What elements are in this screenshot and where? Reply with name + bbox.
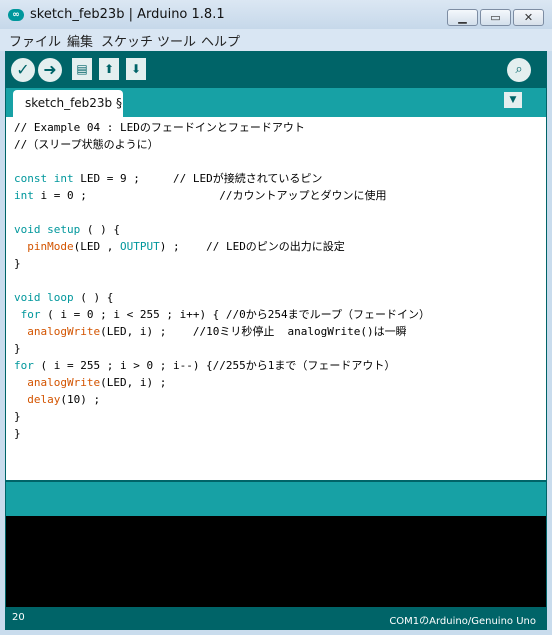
checkmark-icon: ✓ <box>16 60 30 79</box>
maximize-button[interactable]: ▭ <box>480 9 511 26</box>
menu-tools[interactable]: ツール <box>157 31 196 50</box>
code-token: ) ; // LEDのピンの出力に設定 <box>159 240 345 253</box>
close-button[interactable]: ✕ <box>513 9 544 26</box>
code-token: (10) ; <box>60 393 101 406</box>
code-token: } <box>14 427 21 440</box>
code-token: (LED, i) ; //10ミリ秒停止 analogWrite()は一瞬 <box>100 325 407 338</box>
board-port: COM1のArduino/Genuino Uno <box>389 616 536 627</box>
open-button[interactable]: ⬆ <box>99 58 119 80</box>
code-token: LED = 9 ; // LEDが接続されているピン <box>73 172 323 185</box>
code-line[interactable]: for ( i = 255 ; i > 0 ; i--) {//255から1まで… <box>14 357 395 374</box>
code-token: (LED , <box>73 240 120 253</box>
code-token: void <box>14 291 41 304</box>
code-token: (LED, i) ; <box>100 376 167 389</box>
code-line[interactable]: int i = 0 ; //カウントアップとダウンに使用 <box>14 187 387 204</box>
code-token: } <box>14 257 21 270</box>
code-token: ( i = 0 ; i < 255 ; i++) { //0から254までループ… <box>40 308 431 321</box>
serial-monitor-button[interactable]: ⌕ <box>507 58 531 82</box>
code-token: int <box>53 172 74 185</box>
window-title: sketch_feb23b | Arduino 1.8.1 <box>30 7 225 22</box>
code-token: pinMode <box>27 240 74 253</box>
new-file-icon: ▤ <box>76 62 88 76</box>
code-line[interactable]: void setup ( ) { <box>14 221 120 238</box>
code-line[interactable]: pinMode(LED , OUTPUT) ; // LEDのピンの出力に設定 <box>14 238 345 255</box>
code-token: ( i = 255 ; i > 0 ; i--) {//255から1まで（フェー… <box>33 359 396 372</box>
code-token: analogWrite <box>27 325 101 338</box>
maximize-icon: ▭ <box>490 11 501 24</box>
line-number: 20 <box>12 612 25 623</box>
code-token: for <box>20 308 41 321</box>
code-line[interactable]: } <box>14 255 21 272</box>
menu-sketch[interactable]: スケッチ <box>101 31 153 50</box>
code-line[interactable]: analogWrite(LED, i) ; <box>14 374 166 391</box>
code-token: int <box>14 189 34 202</box>
arduino-logo-icon: ∞ <box>8 9 24 21</box>
new-button[interactable]: ▤ <box>72 58 92 80</box>
console-output[interactable] <box>6 516 546 607</box>
code-line[interactable]: delay(10) ; <box>14 391 100 408</box>
code-token: OUTPUT <box>119 240 160 253</box>
menu-bar: ファイル 編集 スケッチ ツール ヘルプ <box>0 29 552 51</box>
code-token: setup <box>47 223 81 236</box>
code-line[interactable]: const int LED = 9 ; // LEDが接続されているピン <box>14 170 322 187</box>
code-line[interactable]: analogWrite(LED, i) ; //10ミリ秒停止 analogWr… <box>14 323 407 340</box>
code-token: ( ) { <box>73 291 114 304</box>
code-token: //（スリープ状態のように） <box>14 138 159 151</box>
code-editor[interactable]: // Example 04 : LEDのフェードインとフェードアウト //（スリー… <box>6 117 546 480</box>
code-token: delay <box>27 393 61 406</box>
tab-menu-button[interactable]: ▼ <box>504 92 522 108</box>
code-token: void <box>14 223 41 236</box>
code-line[interactable]: for ( i = 0 ; i < 255 ; i++) { //0から254ま… <box>14 306 430 323</box>
save-button[interactable]: ⬇ <box>126 58 146 80</box>
code-line[interactable]: } <box>14 408 21 425</box>
code-line[interactable]: // Example 04 : LEDのフェードインとフェードアウト <box>14 119 305 136</box>
code-token: for <box>14 359 34 372</box>
code-line[interactable]: } <box>14 425 21 442</box>
code-line[interactable]: } <box>14 340 21 357</box>
title-bar: ∞ sketch_feb23b | Arduino 1.8.1 ▁ ▭ ✕ <box>0 0 552 29</box>
menu-file[interactable]: ファイル <box>9 31 61 50</box>
code-token: const <box>14 172 48 185</box>
tab-label: sketch_feb23b § <box>25 96 122 110</box>
code-line[interactable]: void loop ( ) { <box>14 289 113 306</box>
code-token: ( ) { <box>80 223 120 236</box>
chevron-down-icon: ▼ <box>509 95 517 105</box>
menu-edit[interactable]: 編集 <box>67 31 93 50</box>
code-token: loop <box>47 291 74 304</box>
arrow-up-icon: ⬆ <box>103 62 115 76</box>
code-token: // Example 04 : LEDのフェードインとフェードアウト <box>14 121 305 134</box>
status-area <box>6 482 546 516</box>
verify-button[interactable]: ✓ <box>11 58 35 82</box>
status-footer: 20 COM1のArduino/Genuino Uno <box>6 607 546 629</box>
minimize-button[interactable]: ▁ <box>447 9 478 26</box>
code-token: } <box>14 342 21 355</box>
arrow-down-icon: ⬇ <box>130 62 142 76</box>
code-token: i = 0 ; //カウントアップとダウンに使用 <box>33 189 387 202</box>
code-line[interactable]: //（スリープ状態のように） <box>14 136 159 153</box>
arrow-right-icon: ➜ <box>43 60 57 79</box>
code-token: analogWrite <box>27 376 101 389</box>
tab-sketch[interactable]: sketch_feb23b § <box>13 90 123 117</box>
code-token: } <box>14 410 21 423</box>
close-icon: ✕ <box>523 11 534 24</box>
menu-help[interactable]: ヘルプ <box>201 31 240 50</box>
magnifier-icon: ⌕ <box>515 62 523 77</box>
minimize-icon: ▁ <box>458 11 467 24</box>
upload-button[interactable]: ➜ <box>38 58 62 82</box>
